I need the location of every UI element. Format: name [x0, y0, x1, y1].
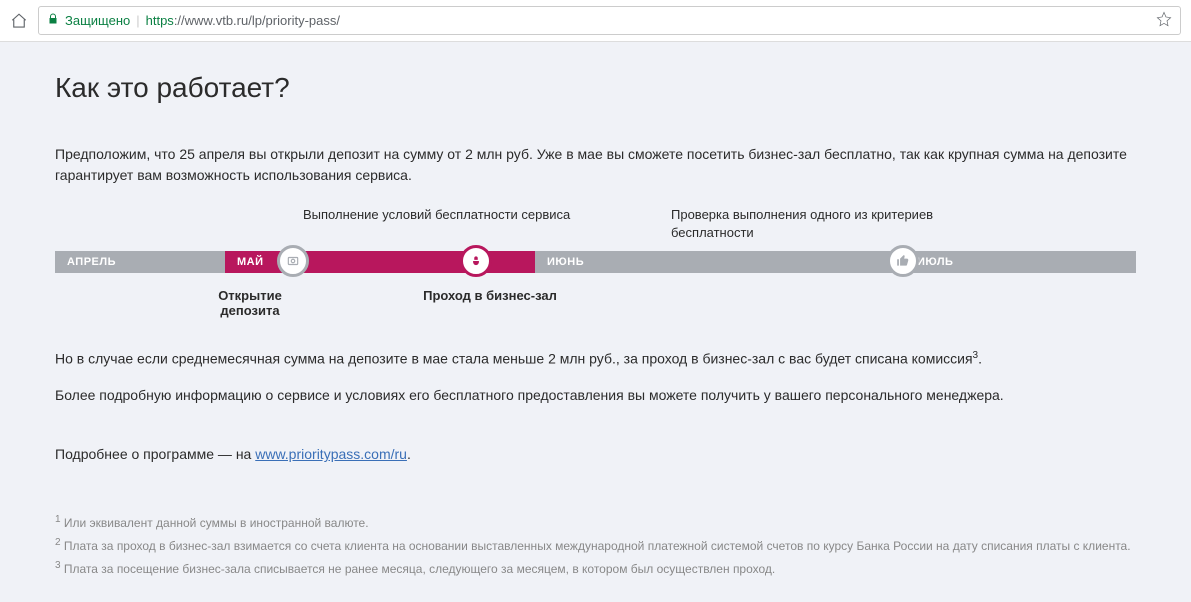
- timeline-label-check: Проверка выполнения одного из критериев …: [613, 206, 983, 242]
- timeline: Выполнение условий бесплатности сервиса …: [55, 206, 1136, 318]
- more-info: Подробнее о программе — на www.priorityp…: [55, 446, 1136, 462]
- secure-label: Защищено: [65, 13, 130, 28]
- timeline-month-july: ИЮЛЬ: [905, 251, 1136, 273]
- url-text: https://www.vtb.ru/lp/priority-pass/: [146, 13, 340, 28]
- footnote-2: 2 Плата за проход в бизнес-зал взимается…: [55, 535, 1136, 556]
- fee-paragraph: Но в случае если среднемесячная сумма на…: [55, 348, 1136, 370]
- page-content: Как это работает? Предположим, что 25 ап…: [0, 42, 1191, 602]
- intro-paragraph: Предположим, что 25 апреля вы открыли де…: [55, 144, 1136, 186]
- manager-paragraph: Более подробную информацию о сервисе и у…: [55, 385, 1136, 406]
- priority-pass-link[interactable]: www.prioritypass.com/ru: [255, 446, 407, 462]
- timeline-month-june: ИЮНЬ: [535, 251, 905, 273]
- timeline-bar: АПРЕЛЬ МАЙ ИЮНЬ ИЮЛЬ: [55, 250, 1136, 274]
- label-lounge-entry: Проход в бизнес-зал: [305, 288, 615, 318]
- label-deposit-open: Открытие депозита: [55, 288, 305, 318]
- footnote-3: 3 Плата за посещение бизнес-зала списыва…: [55, 558, 1136, 579]
- browser-address-bar: Защищено | https://www.vtb.ru/lp/priorit…: [0, 0, 1191, 42]
- timeline-month-april: АПРЕЛЬ: [55, 251, 225, 273]
- footnote-1: 1 Или эквивалент данной суммы в иностран…: [55, 512, 1136, 533]
- timeline-bottom-labels: Открытие депозита Проход в бизнес-зал: [55, 288, 1136, 318]
- timeline-top-labels: Выполнение условий бесплатности сервиса …: [303, 206, 1136, 242]
- timeline-label-service: Выполнение условий бесплатности сервиса: [303, 206, 613, 242]
- footnotes: 1 Или эквивалент данной суммы в иностран…: [55, 512, 1136, 580]
- lock-icon: [47, 13, 59, 28]
- divider: |: [136, 13, 139, 28]
- home-icon[interactable]: [10, 12, 28, 30]
- page-heading: Как это работает?: [55, 72, 1136, 104]
- url-input[interactable]: Защищено | https://www.vtb.ru/lp/priorit…: [38, 6, 1181, 35]
- bookmark-star-icon[interactable]: [1156, 11, 1172, 30]
